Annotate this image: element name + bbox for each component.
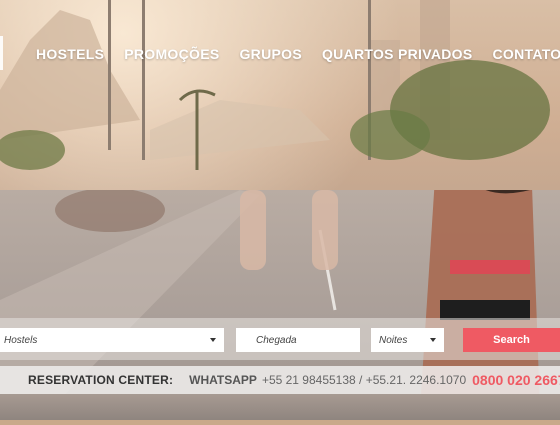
hero-bottom-strip (0, 394, 560, 420)
main-nav: HOSTELS PROMOÇÕES GRUPOS QUARTOS PRIVADO… (36, 44, 560, 64)
nav-quartos-privados[interactable]: QUARTOS PRIVADOS (312, 46, 483, 62)
search-button[interactable]: Search (463, 328, 560, 352)
toll-free-phone[interactable]: 0800 020 2667 (472, 372, 560, 388)
whatsapp-phone-numbers[interactable]: +55 21 98455138 / +55.21. 2246.1070 (262, 373, 466, 387)
checkin-date-input[interactable]: Chegada (236, 328, 360, 352)
nights-select-placeholder: Noites (379, 335, 407, 346)
hostel-select[interactable]: Hostels (0, 328, 224, 352)
chevron-down-icon (430, 338, 436, 342)
hostel-select-placeholder: Hostels (4, 335, 37, 346)
hero-scenery (0, 0, 560, 200)
brand-logo[interactable] (0, 36, 9, 70)
nav-contato[interactable]: CONTATO (483, 46, 560, 62)
nights-select[interactable]: Noites (371, 328, 444, 352)
nav-promocoes[interactable]: PROMOÇÕES (114, 46, 229, 62)
whatsapp-label: WHATSAPP (189, 373, 257, 387)
nav-grupos[interactable]: GRUPOS (229, 46, 311, 62)
reservation-center-bar: RESERVATION CENTER: WHATSAPP +55 21 9845… (0, 366, 560, 394)
chevron-down-icon (210, 338, 216, 342)
reservation-center-label: RESERVATION CENTER: (28, 373, 173, 387)
checkin-date-placeholder: Chegada (256, 335, 297, 346)
nav-hostels[interactable]: HOSTELS (36, 46, 114, 62)
